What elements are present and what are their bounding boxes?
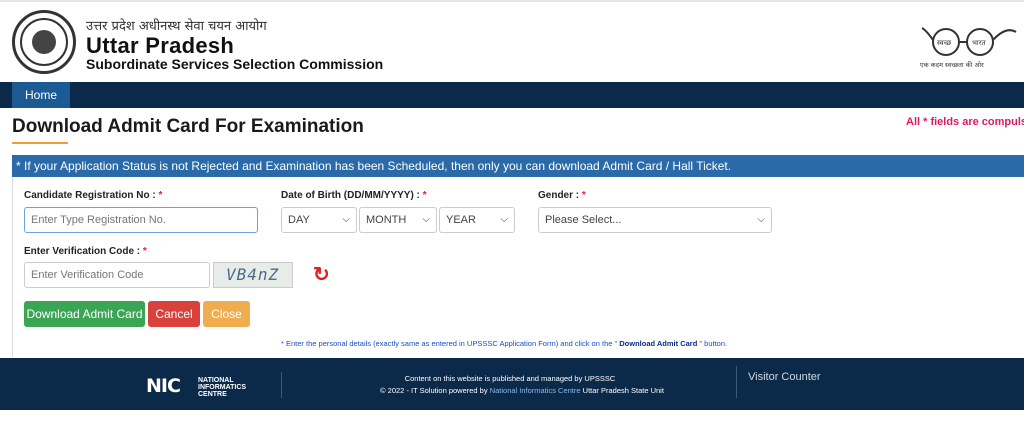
verification-label: Enter Verification Code : * <box>24 246 147 257</box>
verification-label-text: Enter Verification Code : <box>24 246 143 257</box>
download-admit-card-button[interactable]: Download Admit Card <box>24 301 145 327</box>
registration-label-text: Candidate Registration No : <box>24 190 159 201</box>
gender-label: Gender : * <box>538 190 586 201</box>
note-highlight: Download Admit Card <box>619 339 698 348</box>
required-star: * <box>142 246 147 257</box>
gender-value: Please Select... <box>545 214 622 226</box>
note-suffix: " button. <box>697 339 728 348</box>
required-star: * <box>158 190 163 201</box>
site-subtitle: Subordinate Services Selection Commissio… <box>86 56 384 72</box>
chevron-down-icon: ⌵ <box>422 214 430 225</box>
chevron-down-icon: ⌵ <box>500 214 508 225</box>
page-title: Download Admit Card For Examination <box>12 116 364 137</box>
registration-label: Candidate Registration No : * <box>24 190 162 201</box>
required-fields-note: All * fields are compulsory <box>906 116 1024 128</box>
main-nav: Home <box>0 82 1024 108</box>
footer-divider-2 <box>736 366 737 398</box>
visitor-counter: Visitor Counter <box>748 371 821 383</box>
gender-label-text: Gender : <box>538 190 582 201</box>
glasses-icon: स्वच्छ भारत <box>921 27 1017 56</box>
chevron-down-icon: ⌵ <box>757 214 765 225</box>
swachh-tagline: एक कदम स्वच्छता की ओर <box>920 61 984 69</box>
nic-footer-link[interactable]: National Informatics Centre <box>490 386 581 395</box>
verification-code-input[interactable]: Enter Verification Code <box>24 262 210 288</box>
chevron-down-icon: ⌵ <box>342 214 350 225</box>
hindi-title: उत्तर प्रदेश अधीनस्थ सेवा चयन आयोग <box>86 19 267 34</box>
dob-month-value: MONTH <box>366 214 407 226</box>
dob-day-value: DAY <box>288 214 310 226</box>
required-star: * <box>422 190 427 201</box>
footer-published-note: Content on this website is published and… <box>404 374 616 383</box>
required-star: * <box>581 190 586 201</box>
dob-label: Date of Birth (DD/MM/YYYY) : * <box>281 190 427 201</box>
cancel-button[interactable]: Cancel <box>148 301 200 327</box>
refresh-captcha-icon[interactable]: ↻ <box>313 262 337 288</box>
dob-day-select[interactable]: DAY ⌵ <box>281 207 357 233</box>
upsssc-logo <box>12 10 76 74</box>
copyright-suffix: Uttar Pradesh State Unit <box>580 386 664 395</box>
dob-label-text: Date of Birth (DD/MM/YYYY) : <box>281 190 423 201</box>
dob-year-select[interactable]: YEAR ⌵ <box>439 207 515 233</box>
admit-card-form: Candidate Registration No : * Enter Type… <box>12 177 1024 357</box>
site-header: उत्तर प्रदेश अधीनस्थ सेवा चयन आयोग Uttar… <box>0 0 1024 82</box>
swachh-bharat-logo: स्वच्छ भारत एक कदम स्वच्छता की ओर <box>920 20 1020 74</box>
footer-copyright: © 2022 - IT Solution powered by National… <box>0 386 1024 395</box>
instruction-note: * Enter the personal details (exactly sa… <box>281 339 727 348</box>
copyright-prefix: © 2022 - IT Solution powered by <box>380 386 490 395</box>
close-button[interactable]: Close <box>203 301 250 327</box>
logo-emblem <box>32 30 56 54</box>
info-bar: * If your Application Status is not Reje… <box>12 155 1024 177</box>
registration-input[interactable]: Enter Type Registration No. <box>24 207 258 233</box>
note-prefix: * Enter the personal details (exactly sa… <box>281 339 620 348</box>
captcha-image: VB4nZ <box>213 262 293 288</box>
swachh-left-text: स्वच्छ <box>937 39 952 47</box>
dob-month-select[interactable]: MONTH ⌵ <box>359 207 437 233</box>
title-underline <box>12 142 68 144</box>
dob-year-value: YEAR <box>446 214 476 226</box>
nav-home-link[interactable]: Home <box>12 82 70 108</box>
swachh-right-text: भारत <box>972 39 987 47</box>
gender-select[interactable]: Please Select... ⌵ <box>538 207 772 233</box>
